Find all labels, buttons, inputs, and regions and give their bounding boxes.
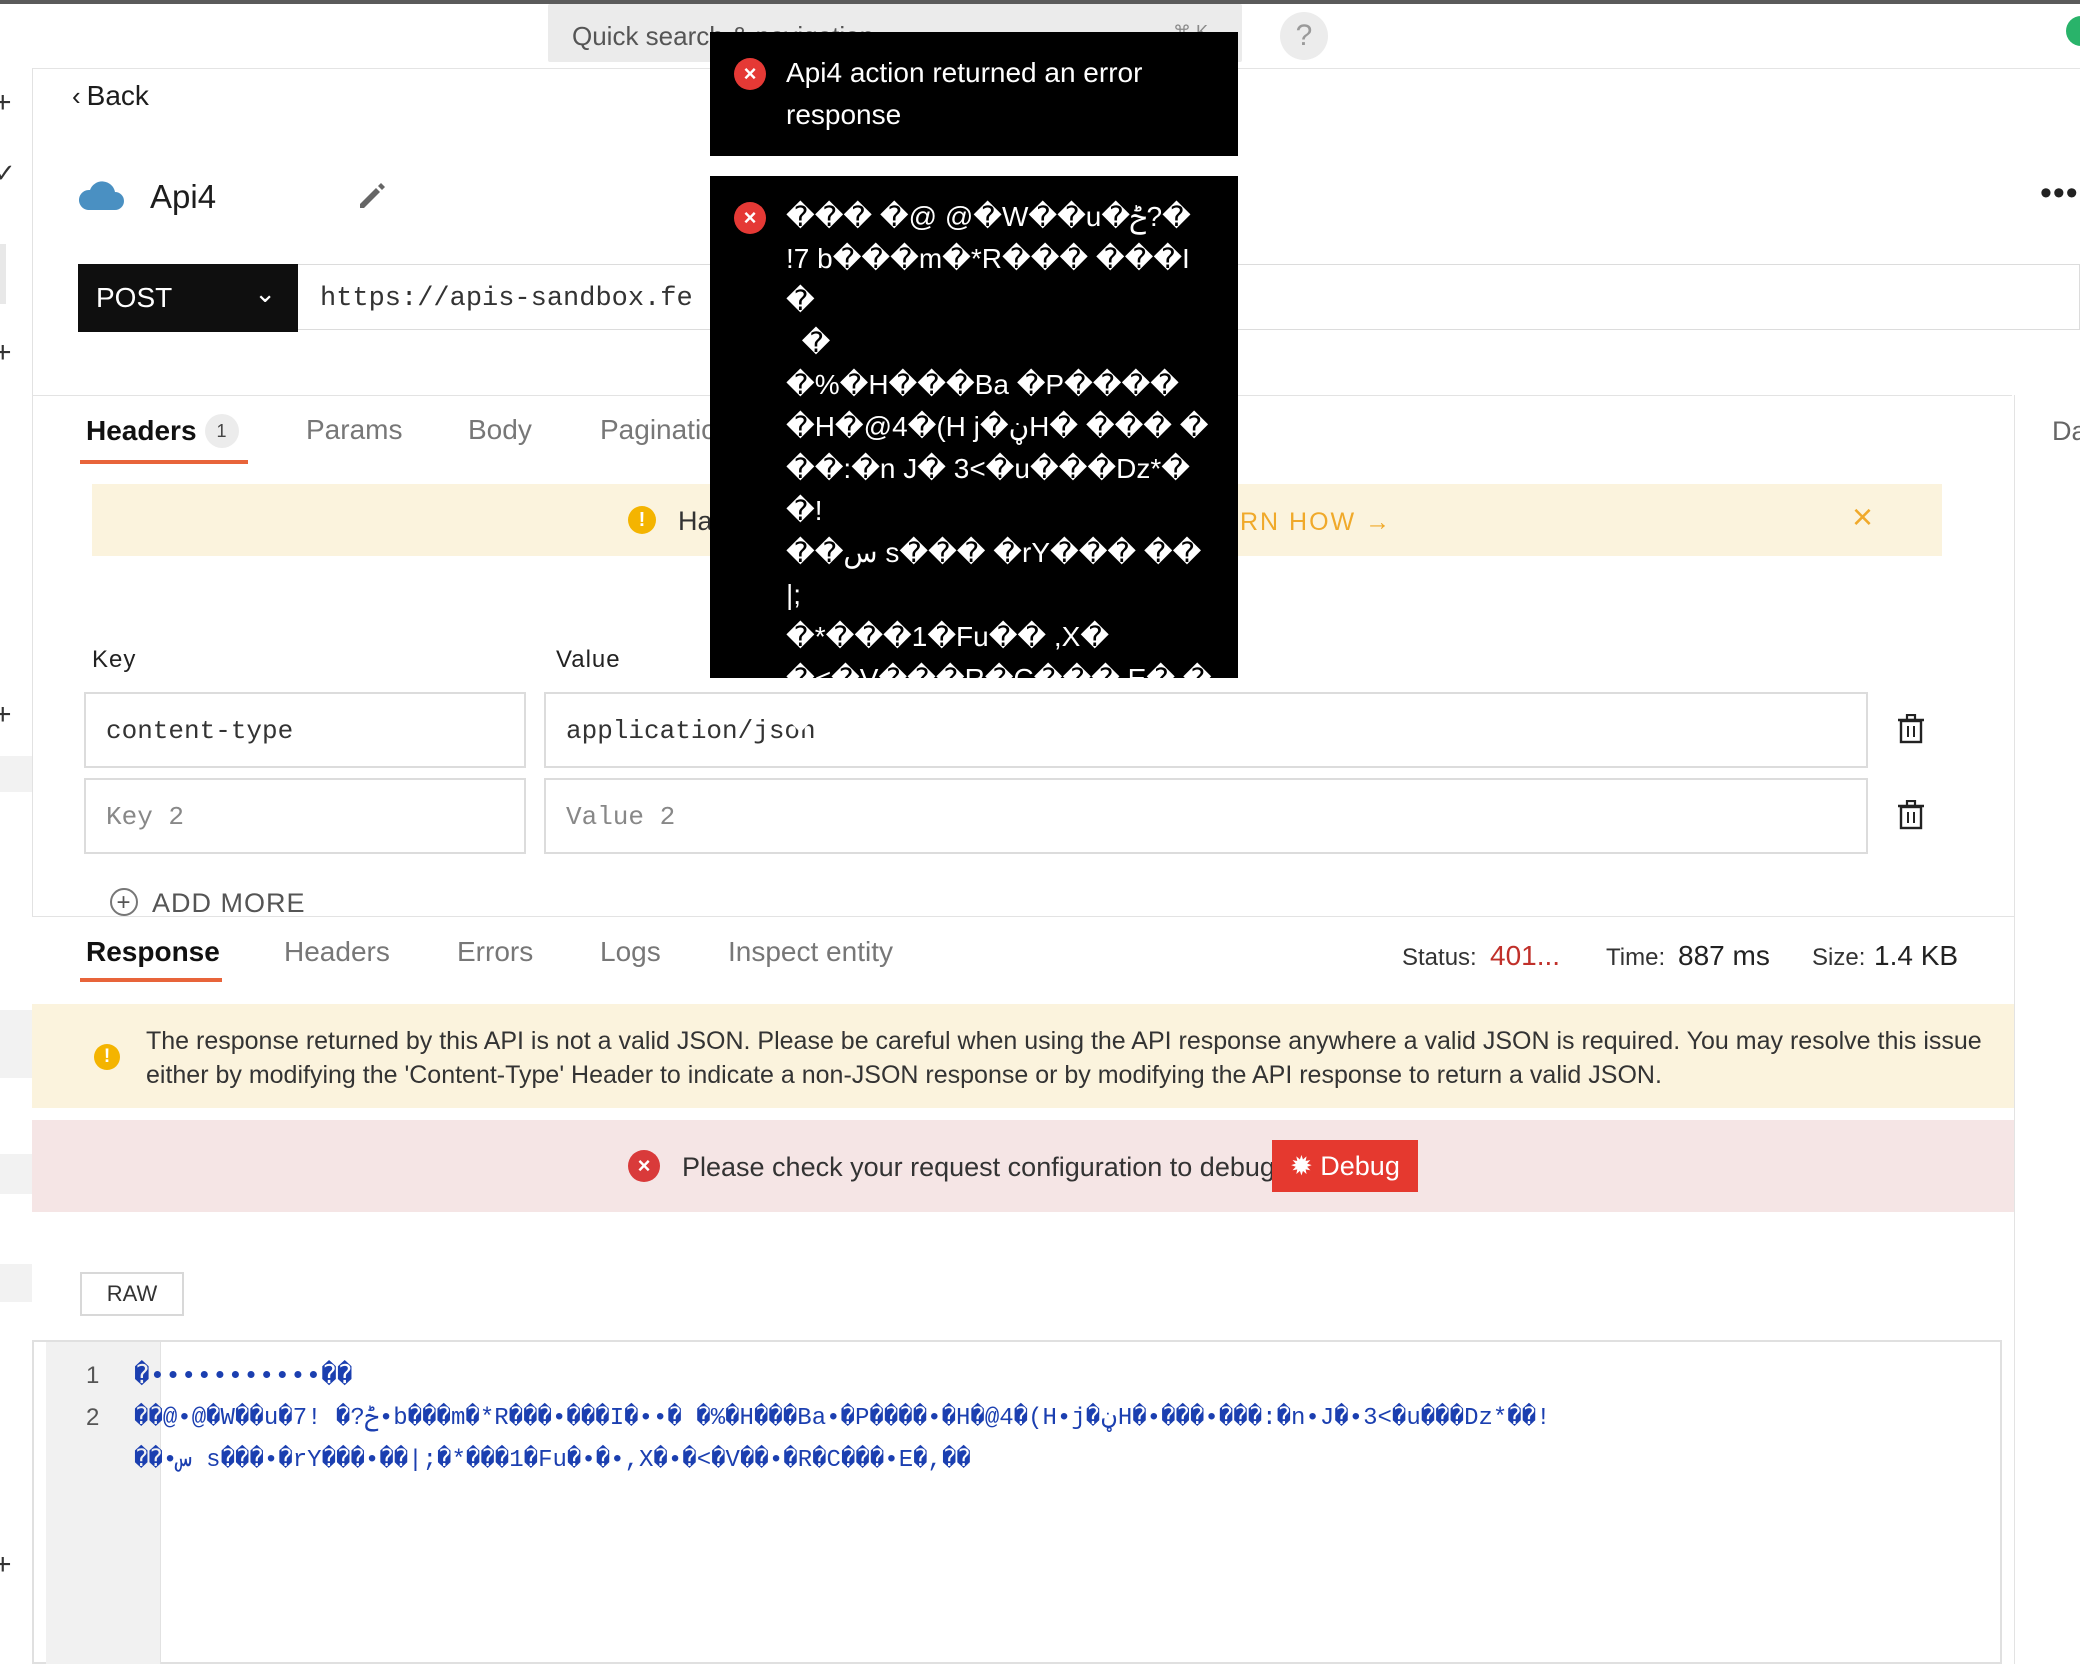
method-value: POST xyxy=(96,282,173,313)
learn-how-link[interactable]: RN HOW → xyxy=(1240,508,1392,537)
hint-text: Ha xyxy=(678,506,713,536)
status-value[interactable]: 401... xyxy=(1490,940,1560,972)
line-number: 1 xyxy=(86,1362,100,1389)
header-value-placeholder: Value 2 xyxy=(566,802,676,832)
code-line: �•••••••••••�� xyxy=(134,1361,353,1391)
add-icon[interactable]: + xyxy=(0,1548,12,1582)
error-toast[interactable]: × ��� �@ @�W��u�ݲ?� !7 b���m�*R��� ���I�… xyxy=(710,176,1238,736)
key-column-label: Key xyxy=(92,646,137,673)
response-code-editor[interactable]: 1 2 �•••••••••••�� ��@•@�W��u�ݲ?� !7•b��… xyxy=(32,1340,2002,1664)
toast-message: Api4 action returned an error response xyxy=(786,57,1143,130)
active-tab-indicator xyxy=(80,978,222,982)
code-line: ��•س s���•�rY���•��|;�*���1�Fu�•�•,X�•�<… xyxy=(134,1447,971,1474)
tab-headers[interactable]: Headers 1 xyxy=(86,414,239,448)
tab-logs[interactable]: Logs xyxy=(600,936,661,968)
tab-label: Headers xyxy=(86,415,197,446)
cloud-icon xyxy=(78,181,124,210)
tab-params[interactable]: Params xyxy=(306,414,402,446)
trash-icon[interactable] xyxy=(1898,800,1924,830)
pencil-icon[interactable] xyxy=(356,180,388,212)
raw-button[interactable]: RAW xyxy=(80,1272,184,1316)
more-options-icon[interactable]: ••• xyxy=(2040,176,2079,210)
header-key-field[interactable]: Key 2 xyxy=(84,778,526,854)
warning-icon: ! xyxy=(628,506,656,534)
debug-bar: × Please check your request configuratio… xyxy=(32,1120,2014,1212)
error-icon: × xyxy=(628,1150,660,1182)
chevron-down-icon: ⌄ xyxy=(254,278,276,308)
close-icon[interactable]: × xyxy=(1852,496,1873,538)
code-line: ��@•@�W��u�ݲ?� !7•b���m�*R���•���I�••� �… xyxy=(134,1405,1551,1432)
url-value: https://apis-sandbox.fe xyxy=(320,284,693,314)
value-column-label: Value xyxy=(556,646,621,673)
method-select[interactable]: POST ⌄ xyxy=(78,264,298,332)
active-tab-indicator xyxy=(80,460,248,464)
tab-response-headers[interactable]: Headers xyxy=(284,936,390,968)
status-label: Status: xyxy=(1402,944,1477,971)
add-more-label: ADD MORE xyxy=(152,888,306,918)
left-sidebar-strip: + ✓ + + + xyxy=(0,68,33,1664)
debug-message: Please check your request configuration … xyxy=(682,1152,1275,1182)
header-value-value: application/json xyxy=(566,716,816,746)
help-icon[interactable]: ? xyxy=(1280,12,1328,60)
sidebar-item-placeholder[interactable] xyxy=(0,756,32,792)
add-icon[interactable]: + xyxy=(0,336,12,370)
debug-button-label: Debug xyxy=(1320,1151,1400,1181)
debug-button[interactable]: ✹ Debug xyxy=(1272,1140,1418,1192)
error-icon: × xyxy=(734,202,766,234)
sidebar-item-placeholder[interactable] xyxy=(0,1264,32,1302)
trash-icon[interactable] xyxy=(1898,714,1924,744)
invalid-json-warning-text: The response returned by this API is not… xyxy=(146,1027,1982,1089)
check-icon[interactable]: ✓ xyxy=(0,158,16,189)
error-icon: × xyxy=(734,58,766,90)
toast-message: ��� �@ @�W��u�ݲ?� !7 b���m�*R��� ���I� �… xyxy=(786,201,1212,736)
header-key-field[interactable]: content-type xyxy=(84,692,526,768)
api-title[interactable]: Api4 xyxy=(150,178,216,216)
chevron-left-icon: ‹ xyxy=(72,81,81,111)
back-label: Back xyxy=(86,80,149,111)
header-key-value: content-type xyxy=(106,716,294,746)
time-label: Time: xyxy=(1606,944,1666,971)
tab-errors[interactable]: Errors xyxy=(457,936,533,968)
invalid-json-warning: ! The response returned by this API is n… xyxy=(32,1004,2014,1108)
plus-circle-icon: + xyxy=(110,888,138,916)
tab-pagination[interactable]: Paginatio xyxy=(600,414,717,446)
header-key-placeholder: Key 2 xyxy=(106,802,185,832)
side-panel-label[interactable]: Da xyxy=(2052,416,2080,447)
back-link[interactable]: ‹ Back xyxy=(72,80,149,112)
time-value: 887 ms xyxy=(1678,940,1770,971)
tab-body[interactable]: Body xyxy=(468,414,532,446)
sidebar-item-placeholder[interactable] xyxy=(0,1010,32,1078)
error-toast[interactable]: × Api4 action returned an error response xyxy=(710,32,1238,156)
sidebar-item-placeholder[interactable] xyxy=(0,1154,32,1194)
header-value-field[interactable]: Value 2 xyxy=(544,778,1868,854)
line-number: 2 xyxy=(86,1404,100,1431)
add-more-button[interactable]: + ADD MORE xyxy=(110,888,306,919)
count-badge: 1 xyxy=(204,414,239,448)
warning-icon: ! xyxy=(94,1044,120,1070)
tab-inspect-entity[interactable]: Inspect entity xyxy=(728,936,893,968)
divider xyxy=(2014,395,2015,1664)
size-label: Size: xyxy=(1812,944,1866,971)
sidebar-selection-marker xyxy=(0,244,6,304)
size-value: 1.4 KB xyxy=(1874,940,1959,971)
bug-icon: ✹ xyxy=(1290,1151,1321,1181)
add-icon[interactable]: + xyxy=(0,698,12,732)
tab-response[interactable]: Response xyxy=(86,936,220,968)
add-icon[interactable]: + xyxy=(0,86,12,120)
